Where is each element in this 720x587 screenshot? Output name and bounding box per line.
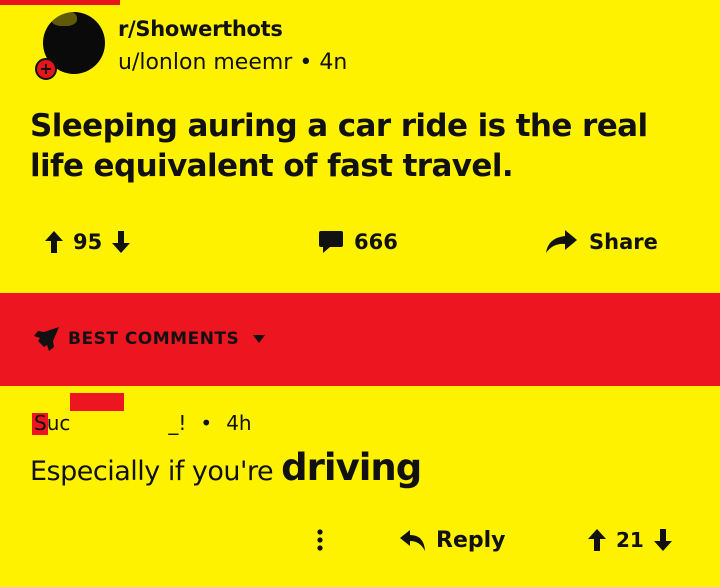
comment-meta: Suc _! • 4h: [34, 411, 252, 435]
rocket-icon: [34, 327, 60, 351]
post-vote-bar: 95: [45, 222, 131, 262]
meta-separator: •: [299, 50, 320, 75]
redaction-bar: [70, 393, 124, 411]
sort-label: BEST COMMENTS: [68, 329, 240, 349]
post-age: 4n: [319, 50, 348, 75]
comments-count: 666: [354, 230, 398, 254]
comment-username-end[interactable]: _!: [168, 411, 186, 435]
comment-bubble-icon: [318, 230, 344, 254]
downvote-icon[interactable]: [112, 231, 131, 253]
sort-comments-dropdown[interactable]: BEST COMMENTS: [34, 327, 266, 351]
comment-text-emphasis: driving: [281, 446, 422, 489]
reply-button[interactable]: Reply: [400, 528, 506, 553]
share-label: Share: [589, 230, 658, 254]
post-author[interactable]: u/lonlon meemr: [118, 50, 292, 75]
meta-separator: •: [200, 411, 213, 435]
upvote-icon[interactable]: [588, 529, 606, 551]
top-red-strip: [0, 0, 120, 5]
downvote-icon[interactable]: [653, 529, 672, 551]
more-options-icon[interactable]: [316, 528, 324, 552]
comments-button[interactable]: 666: [318, 222, 398, 262]
reply-label: Reply: [436, 528, 506, 553]
share-arrow-icon: [545, 230, 577, 254]
comment-body: Especially if you're driving: [30, 446, 422, 489]
comment-vote-bar: 21: [588, 528, 672, 552]
chevron-down-icon: [253, 335, 266, 343]
comment-age: 4h: [226, 411, 252, 435]
comment-username-start[interactable]: Suc: [34, 411, 70, 435]
upvote-icon[interactable]: [45, 231, 63, 253]
post-meta: u/lonlon meemr • 4n: [118, 50, 347, 75]
share-button[interactable]: Share: [545, 222, 658, 262]
post-vote-count: 95: [73, 230, 103, 254]
post-title[interactable]: Sleeping auring a car ride is the real l…: [30, 106, 710, 186]
comment-vote-count: 21: [616, 528, 644, 552]
reply-arrow-icon: [400, 529, 426, 552]
plus-icon[interactable]: +: [35, 58, 57, 80]
comment-text: Especially if you're: [30, 456, 274, 487]
subreddit-name[interactable]: r/Showerthots: [118, 17, 283, 41]
